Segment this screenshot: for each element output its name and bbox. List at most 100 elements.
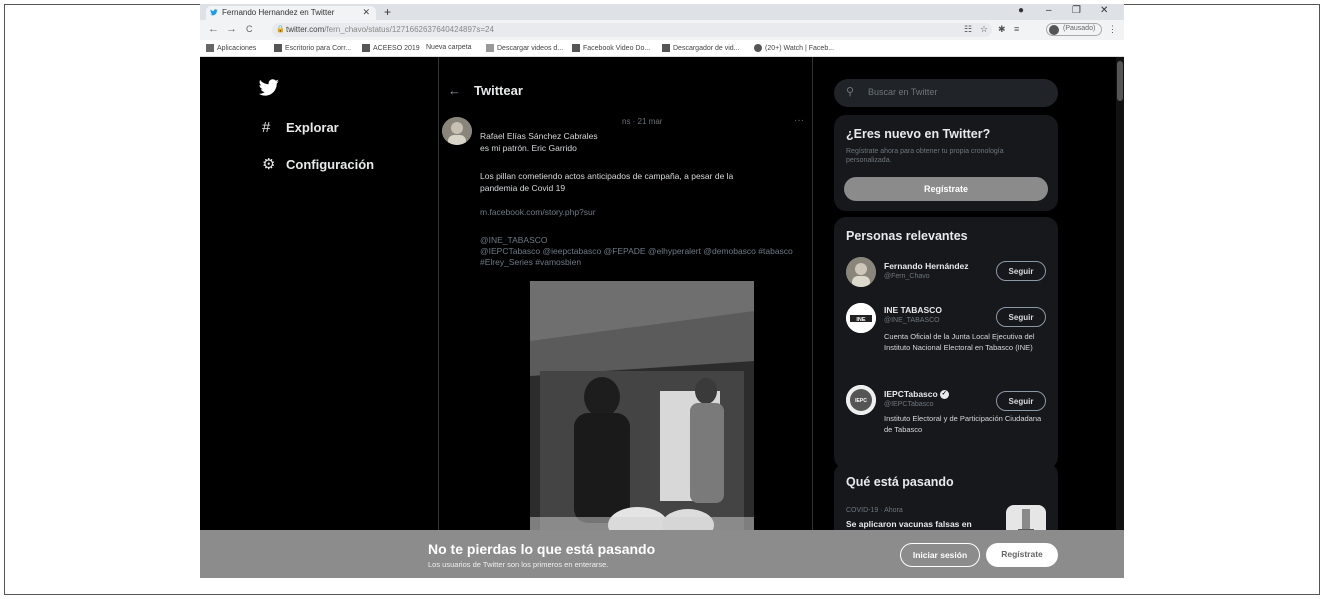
sidebar-item-explore[interactable]: # Explorar <box>262 119 339 136</box>
tweet-mention[interactable]: @IEPCTabasco @ieepctabasco @FEPADE @elhy… <box>480 246 793 256</box>
signup-button[interactable]: Regístrate <box>986 543 1058 567</box>
person-name[interactable]: Fernando Hernández <box>884 261 969 271</box>
new-tab-button[interactable]: + <box>384 5 391 19</box>
record-icon[interactable]: ● <box>1018 5 1024 16</box>
star-icon[interactable]: ☆ <box>980 24 988 35</box>
relevant-people-title: Personas relevantes <box>846 229 968 243</box>
facebook-icon <box>754 44 762 52</box>
twitter-favicon-icon <box>210 9 218 16</box>
ine-logo-avatar[interactable]: INE <box>846 303 876 333</box>
lock-icon: 🔒 <box>276 26 285 33</box>
avatar[interactable] <box>442 117 472 145</box>
tab-title: Fernando Hernandez en Twitter <box>222 8 335 17</box>
person-name[interactable]: IEPCTabasco ✓ <box>884 389 949 400</box>
follow-button[interactable]: Seguir <box>996 261 1046 281</box>
tweet-text-line: Rafael Elías Sánchez Cabrales <box>480 131 598 141</box>
bookmark-item[interactable]: Descargador de vid... <box>662 44 740 52</box>
column-divider <box>812 57 813 578</box>
back-arrow-icon[interactable]: ← <box>448 83 461 98</box>
bookmark-item[interactable]: (20+) Watch | Faceb... <box>754 44 834 52</box>
sidebar-item-label: Configuración <box>286 157 375 172</box>
bookmarks-bar: Aplicaciones Escritorio para Corr... ACE… <box>200 40 1124 57</box>
bookmark-item[interactable]: ACEESO 2019 <box>362 44 420 52</box>
tweet-text-line: Los pillan cometiendo actos anticipados … <box>480 171 734 181</box>
forward-button[interactable]: → <box>226 23 237 35</box>
apps-grid-icon <box>206 44 214 52</box>
bookmark-icon <box>274 44 282 52</box>
register-button[interactable]: Regístrate <box>844 177 1048 201</box>
page-title: Twittear <box>474 83 523 98</box>
follow-button[interactable]: Seguir <box>996 307 1046 327</box>
minimize-button[interactable]: – <box>1046 5 1052 16</box>
bookmark-icon <box>362 44 370 52</box>
reload-button[interactable]: C <box>246 24 253 34</box>
extension-icon[interactable]: ✱ <box>998 24 1006 35</box>
bookmark-item[interactable]: Descargar videos d... <box>486 44 563 52</box>
bookmark-icon <box>486 44 494 52</box>
trend-category: COVID-19 · Ahora <box>846 507 903 514</box>
signup-card-title: ¿Eres nuevo en Twitter? <box>846 127 991 141</box>
close-window-button[interactable]: ✕ <box>1100 5 1108 16</box>
twitter-page: # Explorar ⚙ Configuración ← Twittear ns ·… <box>200 57 1124 578</box>
whats-happening-title: Qué está pasando <box>846 475 954 489</box>
maximize-button[interactable]: ❐ <box>1072 5 1081 16</box>
browser-tab[interactable]: Fernando Hernandez en Twitter ✕ <box>206 6 376 20</box>
bookmark-item[interactable]: Nueva carpeta <box>426 44 472 51</box>
back-button[interactable]: ← <box>208 23 219 35</box>
bookmark-icon <box>662 44 670 52</box>
menu-list-icon[interactable]: ≡ <box>1014 24 1019 34</box>
scrollbar-thumb[interactable] <box>1117 61 1123 101</box>
bookmark-apps[interactable]: Aplicaciones <box>206 44 256 52</box>
bookmark-item[interactable]: Escritorio para Corr... <box>274 44 351 52</box>
verified-badge-icon: ✓ <box>939 390 949 400</box>
person-bio: Cuenta Oficial de la Junta Local Ejecuti… <box>884 332 1035 352</box>
avatar[interactable] <box>846 257 876 287</box>
tweet-text-line: pandemia de Covid 19 <box>480 183 566 193</box>
login-button[interactable]: Iniciar sesión <box>900 543 980 567</box>
profile-button[interactable]: (Pausado) <box>1046 23 1102 36</box>
person-handle: @IEPCTabasco <box>884 401 934 408</box>
tweet-media-image[interactable] <box>530 281 754 539</box>
address-toolbar: ← → C 🔒 twitter.com/fern_chavo/status/12… <box>200 20 1124 40</box>
url-path: /fern_chavo/status/1271662637640424897s=… <box>324 25 494 34</box>
login-prompt-title: No te pierdas lo que está pasando <box>428 541 656 557</box>
follow-button[interactable]: Seguir <box>996 391 1046 411</box>
more-menu-icon[interactable]: ⋮ <box>1108 24 1117 35</box>
relevant-people-card: Personas relevantes Fernando Hernández @… <box>834 217 1058 469</box>
tweet-mention[interactable]: #Elrey_Series #vamosbien <box>480 257 581 267</box>
tab-close-icon[interactable]: ✕ <box>362 7 370 18</box>
person-bio: Instituto Electoral y de Participación C… <box>884 414 1042 434</box>
column-divider <box>438 57 439 578</box>
tweet-text-line: es mi patrón. Eric Garrido <box>480 143 577 153</box>
bookmark-icon <box>572 44 580 52</box>
translate-icon[interactable]: ☷ <box>964 24 972 35</box>
search-input[interactable]: ⚲ Buscar en Twitter <box>834 79 1058 107</box>
twitter-logo-icon[interactable] <box>258 79 280 97</box>
url-host: twitter.com <box>286 25 325 34</box>
gear-icon: ⚙ <box>262 156 276 173</box>
person-handle: @INE_TABASCO <box>884 317 940 324</box>
profile-avatar <box>1049 25 1059 35</box>
tweet-timestamp: ns · 21 mar <box>622 117 663 126</box>
person-handle: @Fern_Chavo <box>884 273 930 280</box>
login-prompt-bar: No te pierdas lo que está pasando Los us… <box>200 530 1124 578</box>
profile-label: (Pausado) <box>1063 25 1096 32</box>
tweet-mention[interactable]: @INE_TABASCO <box>480 235 548 245</box>
iepc-logo-avatar[interactable]: IEPC <box>846 385 876 415</box>
bookmark-item[interactable]: Facebook Video Do... <box>572 44 650 52</box>
tweet-link[interactable]: m.facebook.com/story.php?sur <box>480 207 596 217</box>
sidebar-item-label: Explorar <box>286 120 339 135</box>
more-options-icon[interactable]: ··· <box>794 115 804 126</box>
trend-text[interactable]: Se aplicaron vacunas falsas en <box>846 519 972 529</box>
sidebar-item-settings[interactable]: ⚙ Configuración <box>262 155 374 173</box>
search-placeholder: Buscar en Twitter <box>868 87 938 97</box>
svg-text:IEPC: IEPC <box>855 398 867 404</box>
search-icon: ⚲ <box>846 86 855 98</box>
signup-card-subtitle: Regístrate ahora para obtener tu propia … <box>846 148 1004 164</box>
url-bar[interactable]: 🔒 twitter.com/fern_chavo/status/12716626… <box>272 23 992 37</box>
browser-window: Fernando Hernandez en Twitter ✕ + ● – ❐ … <box>200 4 1124 578</box>
hashtag-icon: # <box>262 119 271 136</box>
page-scrollbar[interactable] <box>1116 57 1124 578</box>
person-name[interactable]: INE TABASCO <box>884 305 942 315</box>
login-prompt-subtitle: Los usuarios de Twitter son los primeros… <box>428 560 609 569</box>
